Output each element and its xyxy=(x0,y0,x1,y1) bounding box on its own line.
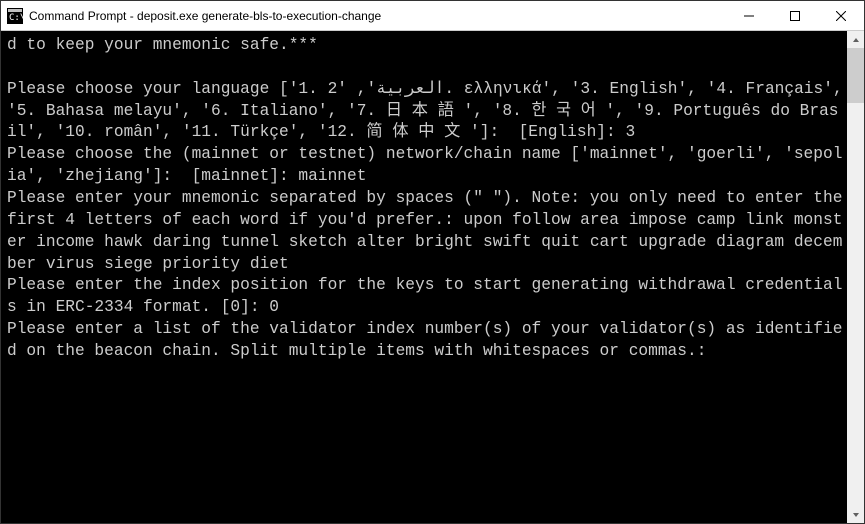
command-prompt-window: C:\ Command Prompt - deposit.exe generat… xyxy=(0,0,865,524)
maximize-button[interactable] xyxy=(772,1,818,30)
window-controls xyxy=(726,1,864,30)
terminal-output[interactable]: d to keep your mnemonic safe.*** Please … xyxy=(1,31,847,523)
close-button[interactable] xyxy=(818,1,864,30)
cmd-icon: C:\ xyxy=(7,8,23,24)
scroll-thumb[interactable] xyxy=(847,48,864,103)
terminal-area: d to keep your mnemonic safe.*** Please … xyxy=(1,31,864,523)
svg-text:C:\: C:\ xyxy=(9,13,23,23)
vertical-scrollbar[interactable] xyxy=(847,31,864,523)
scroll-down-arrow-icon[interactable] xyxy=(847,506,864,523)
window-title: Command Prompt - deposit.exe generate-bl… xyxy=(29,9,726,23)
minimize-button[interactable] xyxy=(726,1,772,30)
scroll-up-arrow-icon[interactable] xyxy=(847,31,864,48)
titlebar[interactable]: C:\ Command Prompt - deposit.exe generat… xyxy=(1,1,864,31)
